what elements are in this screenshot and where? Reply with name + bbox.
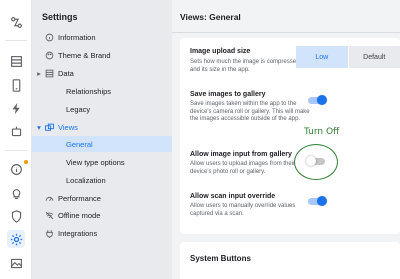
phone-icon[interactable] xyxy=(7,76,25,94)
scan-override-label: Allow scan input override xyxy=(190,193,276,200)
toggle-knob xyxy=(317,95,327,105)
nav-item-information[interactable]: Information xyxy=(32,29,172,45)
nav-item-label: General xyxy=(66,139,93,149)
nav-item-label: Information xyxy=(58,32,96,42)
nav-item-localization[interactable]: Localization xyxy=(32,172,172,188)
nav-item-label: Offline mode xyxy=(58,210,101,220)
save-images-toggle[interactable] xyxy=(307,95,327,105)
upload-size-option-default[interactable]: Default xyxy=(347,46,400,68)
settings-icon[interactable] xyxy=(7,230,25,248)
annotation-circle xyxy=(294,144,338,180)
scan-override-desc: Allow users to manually override values … xyxy=(190,203,296,217)
allow-gallery-input-desc: Allow users to upload images from their … xyxy=(190,161,296,175)
nav-item-label: Relationships xyxy=(66,86,112,96)
save-images-desc: Save images taken within the app to the … xyxy=(190,101,310,122)
table-icon[interactable] xyxy=(7,52,25,70)
nav-item-integrations[interactable]: Integrations xyxy=(32,225,172,241)
palette-icon xyxy=(44,50,54,60)
nav-item-performance[interactable]: Performance xyxy=(32,190,172,206)
nav-item-relationships[interactable]: Relationships xyxy=(32,83,172,99)
nav-item-label: Data xyxy=(58,68,74,78)
nav-item-label: Views xyxy=(58,122,78,132)
image-upload-size-desc: Sets how much the image is compressed an… xyxy=(190,59,300,73)
nav-item-general[interactable]: General xyxy=(32,136,172,152)
main-content: Views: General Image upload size Sets ho… xyxy=(172,0,400,279)
info-icon[interactable] xyxy=(7,160,25,178)
rail-divider xyxy=(5,150,27,151)
security-icon[interactable] xyxy=(7,207,25,225)
toggle-knob xyxy=(317,196,327,206)
nav-item-theme-brand[interactable]: Theme & Brand xyxy=(32,47,172,63)
annotation-text: Turn Off xyxy=(304,127,340,137)
automation-icon[interactable] xyxy=(7,13,25,31)
image-icon[interactable] xyxy=(7,254,25,272)
lightbulb-icon[interactable] xyxy=(7,184,25,202)
page-title: Views: General xyxy=(180,12,241,22)
scan-override-toggle[interactable] xyxy=(307,196,327,206)
header-divider xyxy=(172,32,400,33)
rail-divider xyxy=(5,40,27,41)
views-icon xyxy=(44,122,54,132)
nav-item-label: Integrations xyxy=(58,228,98,238)
settings-nav: Settings Information Theme & Brand ▸ Dat… xyxy=(32,0,172,279)
nav-item-legacy[interactable]: Legacy xyxy=(32,101,172,117)
icon-rail xyxy=(0,0,32,279)
speed-icon xyxy=(44,193,54,203)
system-buttons-title: System Buttons xyxy=(190,254,251,263)
nav-item-views[interactable]: ▾ Views xyxy=(32,119,172,135)
nav-item-label: Performance xyxy=(58,193,101,203)
upload-size-segmented-control: Low Default xyxy=(296,46,400,68)
info-icon xyxy=(44,32,54,42)
save-images-label: Save images to gallery xyxy=(190,91,266,98)
wifi-off-icon xyxy=(44,210,54,220)
allow-gallery-input-label: Allow image input from gallery xyxy=(190,151,292,158)
nav-title: Settings xyxy=(42,12,78,22)
notification-dot xyxy=(24,160,28,164)
table-icon xyxy=(44,68,54,78)
system-buttons-card: System Buttons xyxy=(180,242,400,279)
bolt-icon[interactable] xyxy=(7,99,25,117)
nav-item-label: Localization xyxy=(66,175,106,185)
caret-right-icon: ▸ xyxy=(37,68,41,78)
robot-icon[interactable] xyxy=(7,122,25,140)
nav-item-view-type-options[interactable]: View type options xyxy=(32,154,172,170)
nav-item-label: Theme & Brand xyxy=(58,50,111,60)
caret-down-icon: ▾ xyxy=(37,122,41,132)
nav-item-label: View type options xyxy=(66,157,125,167)
upload-size-option-low[interactable]: Low xyxy=(296,46,348,68)
plug-icon xyxy=(44,228,54,238)
settings-card: Image upload size Sets how much the imag… xyxy=(180,38,400,234)
nav-item-offline-mode[interactable]: Offline mode xyxy=(32,207,172,223)
nav-item-label: Legacy xyxy=(66,104,91,114)
nav-item-data[interactable]: ▸ Data xyxy=(32,65,172,81)
image-upload-size-label: Image upload size xyxy=(190,48,251,55)
